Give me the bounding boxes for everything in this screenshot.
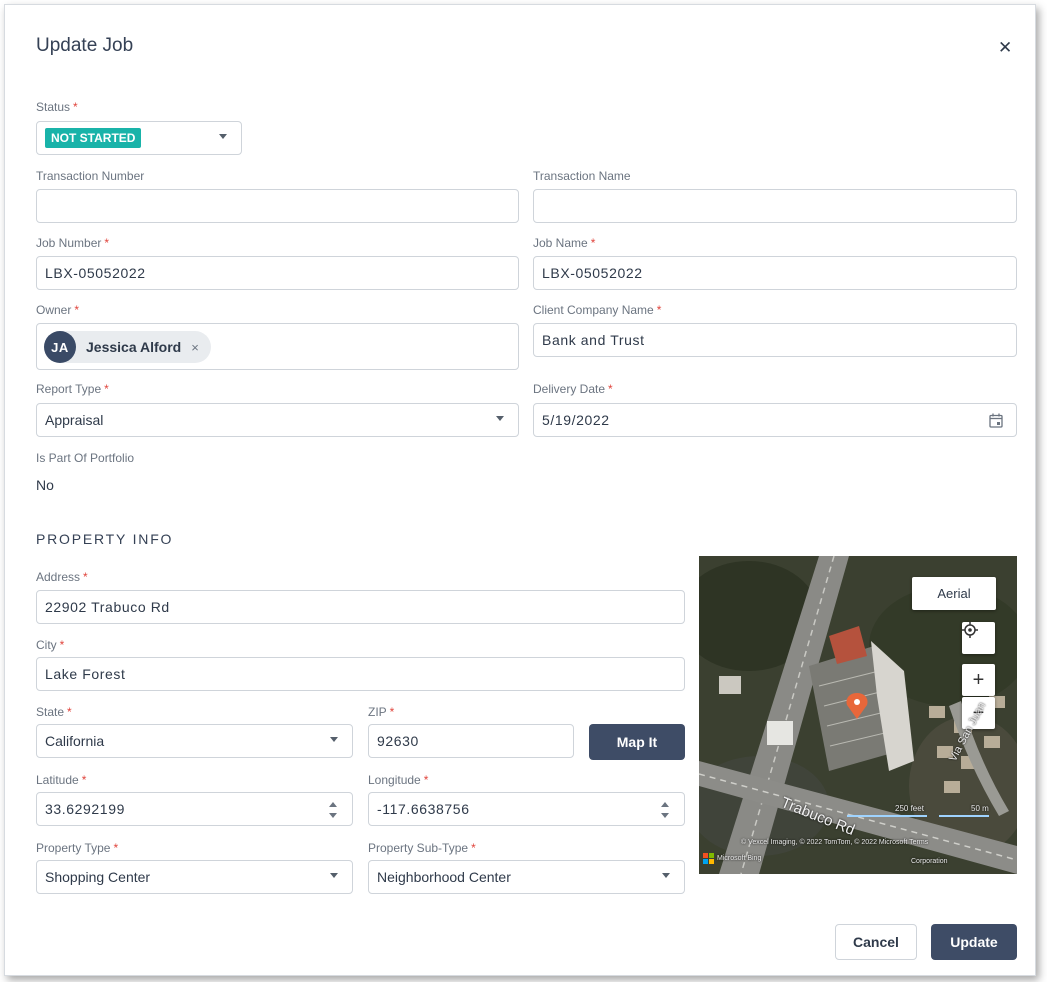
property-subtype-label: Property Sub-Type *: [368, 841, 476, 855]
status-label: Status *: [36, 100, 78, 114]
job-name-input[interactable]: LBX-05052022: [533, 256, 1017, 290]
chevron-down-icon: [330, 873, 338, 878]
status-badge: NOT STARTED: [45, 128, 142, 148]
latitude-label: Latitude *: [36, 773, 87, 787]
chevron-down-icon: [330, 737, 338, 742]
remove-owner-icon[interactable]: ×: [191, 340, 199, 355]
city-label: City *: [36, 638, 65, 652]
scale-feet: 250 feet: [895, 804, 924, 813]
owner-input[interactable]: JA Jessica Alford ×: [36, 323, 519, 370]
chevron-down-icon: [219, 134, 227, 139]
property-type-select[interactable]: Shopping Center: [36, 860, 353, 894]
chevron-down-icon: [496, 416, 504, 421]
property-type-value: Shopping Center: [45, 869, 151, 885]
latitude-input[interactable]: 33.6292199: [36, 792, 353, 826]
avatar: JA: [44, 331, 76, 363]
scale-meters: 50 m: [971, 804, 989, 813]
stepper-icon[interactable]: [329, 802, 337, 818]
property-type-label: Property Type *: [36, 841, 119, 855]
client-company-label: Client Company Name *: [533, 303, 662, 317]
longitude-value: -117.6638756: [377, 801, 470, 817]
property-info-heading: PROPERTY INFO: [36, 531, 174, 547]
delivery-date-input[interactable]: 5/19/2022: [533, 403, 1017, 437]
locate-icon[interactable]: [962, 622, 995, 654]
delivery-date-value: 5/19/2022: [542, 412, 610, 428]
latitude-value: 33.6292199: [45, 801, 125, 817]
update-job-modal: Update Job ✕ Status * NOT STARTED Transac…: [4, 4, 1036, 976]
owner-label: Owner *: [36, 303, 80, 317]
report-type-label: Report Type *: [36, 382, 109, 396]
map-attribution: © Vexcel Imaging, © 2022 TomTom, © 2022 …: [741, 839, 929, 846]
aerial-map[interactable]: Aerial + − Trabuco Rd Via San Juan 250 f…: [699, 556, 1017, 874]
report-type-value: Appraisal: [45, 412, 104, 428]
calendar-icon[interactable]: [989, 413, 1003, 428]
status-select[interactable]: NOT STARTED: [36, 121, 242, 155]
job-number-label: Job Number *: [36, 236, 110, 250]
address-label: Address *: [36, 570, 88, 584]
transaction-name-input[interactable]: [533, 189, 1017, 223]
transaction-number-input[interactable]: [36, 189, 519, 223]
address-input[interactable]: 22902 Trabuco Rd: [36, 590, 685, 624]
update-button[interactable]: Update: [931, 924, 1017, 960]
job-name-label: Job Name *: [533, 236, 596, 250]
transaction-name-label: Transaction Name: [533, 169, 631, 183]
transaction-number-label: Transaction Number: [36, 169, 145, 183]
close-icon[interactable]: ✕: [998, 38, 1012, 58]
bing-logo: Microsoft Bing: [703, 853, 761, 864]
state-value: California: [45, 733, 105, 749]
map-attribution-line2: Corporation: [911, 858, 948, 865]
client-company-input[interactable]: Bank and Trust: [533, 323, 1017, 357]
map-it-button[interactable]: Map It: [589, 724, 685, 760]
city-input[interactable]: Lake Forest: [36, 657, 685, 691]
job-number-input[interactable]: LBX-05052022: [36, 256, 519, 290]
modal-title: Update Job: [36, 35, 134, 56]
zip-label: ZIP *: [368, 705, 395, 719]
state-label: State *: [36, 705, 72, 719]
cancel-button[interactable]: Cancel: [835, 924, 917, 960]
longitude-input[interactable]: -117.6638756: [368, 792, 685, 826]
zoom-in-button[interactable]: +: [962, 664, 995, 696]
stepper-icon[interactable]: [661, 802, 669, 818]
property-subtype-value: Neighborhood Center: [377, 869, 511, 885]
state-select[interactable]: California: [36, 724, 353, 758]
property-subtype-select[interactable]: Neighborhood Center: [368, 860, 685, 894]
owner-chip: JA Jessica Alford ×: [44, 331, 212, 363]
bing-icon: [703, 853, 714, 864]
report-type-select[interactable]: Appraisal: [36, 403, 519, 437]
portfolio-label: Is Part Of Portfolio: [36, 451, 135, 465]
chevron-down-icon: [662, 873, 670, 878]
portfolio-value: No: [36, 477, 54, 493]
longitude-label: Longitude *: [368, 773, 429, 787]
bing-brand-text: Microsoft Bing: [717, 855, 762, 862]
aerial-toggle-button[interactable]: Aerial: [912, 577, 996, 610]
owner-name: Jessica Alford: [86, 339, 182, 355]
zip-input[interactable]: 92630: [368, 724, 574, 758]
delivery-date-label: Delivery Date *: [533, 382, 613, 396]
